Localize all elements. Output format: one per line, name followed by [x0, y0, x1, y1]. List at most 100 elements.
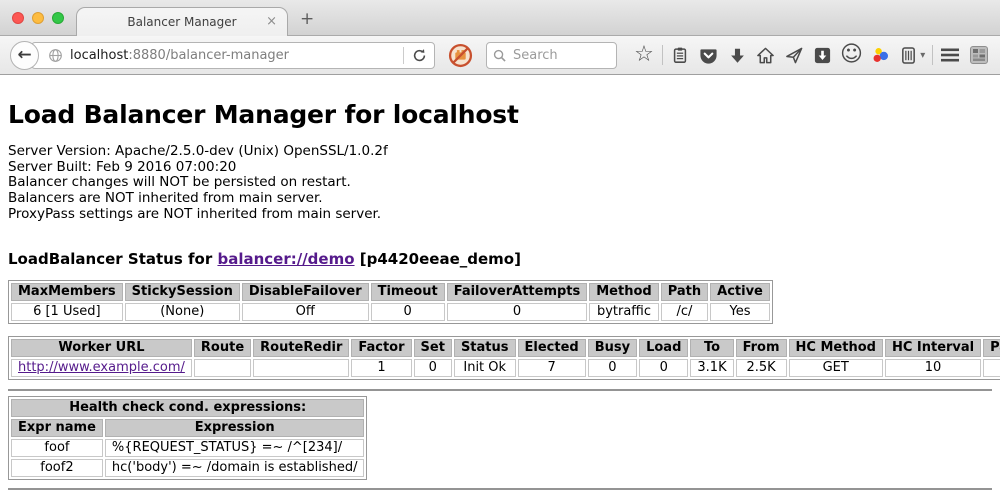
cell-method: bytraffic: [589, 303, 658, 321]
plugin-blocked-icon[interactable]: [448, 43, 473, 68]
menu-hamburger-icon[interactable]: [939, 44, 961, 66]
feedback-smiley-icon[interactable]: ☺: [841, 44, 863, 66]
cell-expr-name: foof: [11, 439, 103, 457]
server-info: Server Version: Apache/2.5.0-dev (Unix) …: [8, 144, 992, 223]
persist-notice-line: Balancer changes will NOT be persisted o…: [8, 175, 992, 191]
cell-expression: hc('body') =~ /domain is established/: [105, 459, 365, 477]
server-built-line: Server Built: Feb 9 2016 07:00:20: [8, 160, 992, 176]
dropdown-caret-icon[interactable]: ▾: [920, 50, 925, 61]
col-load: Load: [639, 339, 688, 357]
cell-hc-interval: 10: [885, 359, 981, 377]
cell-factor: 1: [351, 359, 411, 377]
cell-set: 0: [414, 359, 452, 377]
health-table-title: Health check cond. expressions:: [11, 399, 364, 417]
table-title-row: Health check cond. expressions:: [11, 399, 364, 417]
search-input[interactable]: [511, 47, 611, 64]
col-passes: Passes: [983, 339, 1000, 357]
cell-disablefailover: Off: [242, 303, 369, 321]
home-icon[interactable]: [755, 44, 777, 66]
back-button[interactable]: ←: [10, 41, 39, 70]
zoom-window-button[interactable]: [52, 12, 64, 24]
table-header-row: Expr name Expression: [11, 419, 364, 437]
col-disablefailover: DisableFailover: [242, 283, 369, 301]
section-divider: [8, 389, 992, 391]
window-controls: [12, 12, 64, 24]
tab-close-icon[interactable]: ×: [266, 14, 277, 29]
col-from: From: [736, 339, 787, 357]
worker-table: Worker URL Route RouteRedir Factor Set S…: [8, 336, 1000, 380]
sidebar-list-icon[interactable]: [898, 44, 920, 66]
window-titlebar: Balancer Manager × +: [0, 0, 1000, 36]
url-bar[interactable]: localhost:8880/balancer-manager: [31, 42, 435, 69]
reload-button[interactable]: [404, 48, 434, 63]
balancer-status-heading: LoadBalancer Status for balancer://demo …: [8, 250, 992, 268]
cell-to: 3.1K: [690, 359, 733, 377]
download-arrow-icon[interactable]: [726, 44, 748, 66]
cell-route: [194, 359, 251, 377]
downloads-panel-icon[interactable]: [812, 44, 834, 66]
search-bar: [486, 42, 617, 69]
table-header-row: Worker URL Route RouteRedir Factor Set S…: [11, 339, 1000, 357]
table-row: foof %{REQUEST_STATUS} =~ /^[234]/: [11, 439, 364, 457]
cell-status: Init Ok: [454, 359, 516, 377]
balancer-link[interactable]: balancer://demo: [217, 250, 354, 268]
col-to: To: [690, 339, 733, 357]
col-routeredir: RouteRedir: [253, 339, 349, 357]
cell-busy: 0: [588, 359, 637, 377]
navigation-toolbar: ← localhost:8880/balancer-manager ☆: [0, 36, 1000, 75]
hello-dots-icon[interactable]: [869, 44, 891, 66]
col-method: Method: [589, 283, 658, 301]
col-timeout: Timeout: [371, 283, 445, 301]
col-status: Status: [454, 339, 516, 357]
col-expression: Expression: [105, 419, 365, 437]
url-path: :8880/balancer-manager: [128, 48, 289, 63]
col-elected: Elected: [518, 339, 586, 357]
tab-title: Balancer Manager: [127, 15, 236, 29]
col-active: Active: [710, 283, 770, 301]
col-stickysession: StickySession: [125, 283, 240, 301]
server-version-line: Server Version: Apache/2.5.0-dev (Unix) …: [8, 144, 992, 160]
worker-url-link[interactable]: http://www.example.com/: [18, 360, 185, 375]
cell-timeout: 0: [371, 303, 445, 321]
close-window-button[interactable]: [12, 12, 24, 24]
url-text: localhost:8880/balancer-manager: [70, 48, 403, 63]
search-icon: [493, 49, 506, 62]
pocket-icon[interactable]: [698, 44, 720, 66]
clipboard-icon[interactable]: [669, 44, 691, 66]
status-heading-prefix: LoadBalancer Status for: [8, 250, 217, 268]
cell-maxmembers: 6 [1 Used]: [11, 303, 123, 321]
status-heading-suffix: [p4420eeae_demo]: [355, 250, 521, 268]
col-busy: Busy: [588, 339, 637, 357]
app-grid-icon[interactable]: [968, 44, 990, 66]
col-worker-url: Worker URL: [11, 339, 192, 357]
url-domain: localhost: [70, 48, 128, 63]
toolbar-icon-row: ☆ ☺ ▾: [633, 44, 990, 66]
page-title: Load Balancer Manager for localhost: [8, 100, 992, 129]
toolbar-separator: [662, 45, 663, 65]
browser-tab[interactable]: Balancer Manager ×: [76, 7, 288, 36]
cell-elected: 7: [518, 359, 586, 377]
col-hc-method: HC Method: [789, 339, 883, 357]
inherit-notice-line: Balancers are NOT inherited from main se…: [8, 191, 992, 207]
col-failoverattempts: FailoverAttempts: [447, 283, 588, 301]
table-header-row: MaxMembers StickySession DisableFailover…: [11, 283, 770, 301]
cell-routeredir: [253, 359, 349, 377]
col-set: Set: [414, 339, 452, 357]
cell-load: 0: [639, 359, 688, 377]
bookmark-star-icon[interactable]: ☆: [633, 44, 655, 66]
col-maxmembers: MaxMembers: [11, 283, 123, 301]
cell-passes: 1 (0): [983, 359, 1000, 377]
cell-worker-url: http://www.example.com/: [11, 359, 192, 377]
proxypass-notice-line: ProxyPass settings are NOT inherited fro…: [8, 207, 992, 223]
cell-from: 2.5K: [736, 359, 787, 377]
col-factor: Factor: [351, 339, 411, 357]
new-tab-button[interactable]: +: [300, 9, 314, 29]
cell-expression: %{REQUEST_STATUS} =~ /^[234]/: [105, 439, 365, 457]
col-path: Path: [661, 283, 708, 301]
toolbar-separator: [932, 45, 933, 65]
send-plane-icon[interactable]: [783, 44, 805, 66]
cell-expr-name: foof2: [11, 459, 103, 477]
col-expr-name: Expr name: [11, 419, 103, 437]
health-check-table: Health check cond. expressions: Expr nam…: [8, 396, 367, 480]
minimize-window-button[interactable]: [32, 12, 44, 24]
